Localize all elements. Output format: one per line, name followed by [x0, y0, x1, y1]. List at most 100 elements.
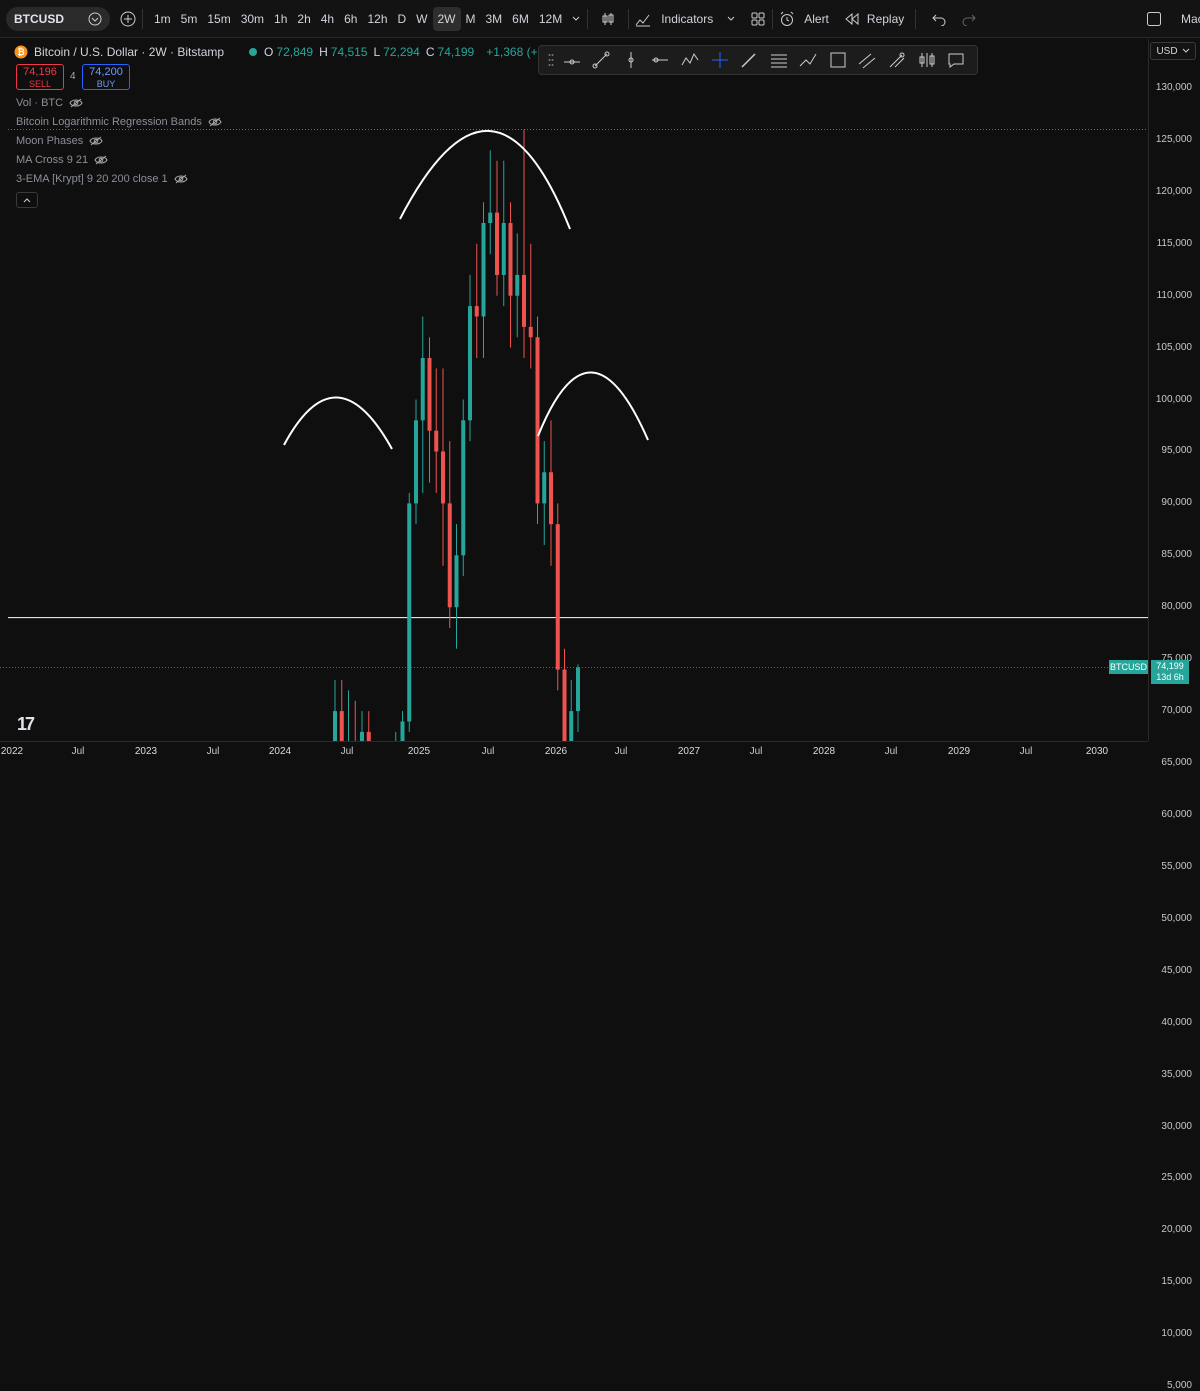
currency-label: USD [1156, 45, 1178, 57]
brush-icon[interactable] [734, 47, 764, 73]
drawn-arc [537, 371, 649, 441]
candle-body [441, 451, 445, 504]
interval-5m[interactable]: 5m [176, 7, 203, 31]
time-tick: 2024 [268, 746, 292, 757]
fullscreen-square-icon[interactable] [1146, 11, 1162, 27]
time-tick: Jul [884, 746, 898, 757]
indicator-item[interactable]: 3-EMA [Krypt] 9 20 200 close 1 [16, 173, 188, 185]
eye-hidden-icon[interactable] [208, 117, 222, 127]
price-axis[interactable]: 130,000 125,000 120,000 115,000 110,000 105,0… [1148, 39, 1200, 1391]
ohlc-label: H [319, 45, 328, 59]
price-chart[interactable] [0, 39, 1148, 741]
chevron-down-icon[interactable] [726, 14, 736, 24]
layouts-grid-icon[interactable] [750, 11, 766, 27]
path-icon[interactable] [793, 47, 823, 73]
indicator-item[interactable]: MA Cross 9 21 [16, 154, 108, 166]
buy-button[interactable]: 74,200 BUY [82, 64, 130, 90]
trend-line-icon[interactable] [586, 47, 616, 73]
chart-pane[interactable]: ₿ Bitcoin / U.S. Dollar · 2W · Bitstamp … [0, 39, 1148, 741]
watchlist-shield-icon[interactable] [88, 12, 102, 26]
bar-countdown: 13d 6h [1156, 672, 1184, 683]
interval-2W[interactable]: 2W [432, 6, 461, 31]
candle-body [555, 524, 560, 670]
candle-body [461, 420, 466, 556]
redo-icon[interactable] [962, 12, 976, 26]
indicators-button[interactable]: Indicators [656, 7, 718, 31]
interval-1h[interactable]: 1h [269, 7, 292, 31]
ohlc-values: O 72,849 H 74,515 L 72,294 C 74,199 [264, 45, 480, 59]
price-tick: 100,000 [1155, 393, 1192, 405]
fib-icon[interactable] [764, 47, 794, 73]
candle-body [535, 337, 540, 504]
candle-body [495, 212, 499, 275]
interval-2h[interactable]: 2h [292, 7, 315, 31]
interval-6h[interactable]: 6h [339, 7, 362, 31]
time-tick: Jul [340, 746, 354, 757]
eye-hidden-icon[interactable] [89, 136, 103, 146]
time-tick: Jul [206, 746, 220, 757]
chevron-down-icon [1182, 48, 1189, 53]
interval-4h[interactable]: 4h [316, 7, 339, 31]
interval-6M[interactable]: 6M [507, 7, 534, 31]
indicator-item[interactable]: Vol · BTC [16, 97, 83, 109]
replay-button[interactable]: Replay [862, 7, 909, 31]
interval-12h[interactable]: 12h [362, 7, 392, 31]
eye-hidden-icon[interactable] [174, 174, 188, 184]
candles-chart-type-icon[interactable] [600, 11, 616, 27]
sell-button[interactable]: 74,196 SELL [16, 64, 64, 90]
indicator-item[interactable]: Bitcoin Logarithmic Regression Bands [16, 116, 222, 128]
pattern-icon[interactable] [675, 47, 705, 73]
candles-icon[interactable] [912, 47, 942, 73]
ohlc-label: C [425, 45, 435, 59]
candle-body [420, 358, 425, 421]
price-tick: 45,000 [1161, 964, 1192, 976]
price-tick: 130,000 [1155, 82, 1192, 93]
rectangle-icon[interactable] [823, 47, 853, 73]
interval-3M[interactable]: 3M [481, 7, 508, 31]
channel-icon[interactable] [853, 47, 883, 73]
interval-W[interactable]: W [411, 7, 432, 31]
interval-15m[interactable]: 15m [202, 7, 235, 31]
price-tick: 10,000 [1161, 1328, 1192, 1340]
drag-handle-icon[interactable] [545, 47, 557, 73]
price-tick: 60,000 [1161, 808, 1192, 820]
time-axis[interactable]: 2022 Jul 2023 Jul 2024 Jul 2025 Jul 2026 Jul 2027 J… [0, 741, 1148, 765]
time-tick: 2028 [812, 746, 836, 757]
candle-body [562, 669, 567, 741]
price-tick: 65,000 [1161, 757, 1192, 769]
interval-12M[interactable]: 12M [534, 7, 567, 31]
eye-hidden-icon[interactable] [94, 155, 108, 165]
symbol-search[interactable]: BTCUSD [6, 6, 110, 31]
undo-icon[interactable] [932, 12, 946, 26]
crosshair-icon[interactable] [705, 47, 735, 73]
currency-selector[interactable]: USD [1150, 42, 1196, 60]
interval-M[interactable]: M [461, 7, 481, 31]
add-symbol-icon[interactable] [120, 11, 136, 27]
replay-rewind-icon[interactable] [844, 11, 860, 27]
svg-text:₿: ₿ [17, 47, 24, 58]
alert-button[interactable]: Alert [799, 7, 834, 31]
eye-hidden-icon[interactable] [69, 98, 83, 108]
sell-label: SELL [28, 79, 52, 89]
comment-icon[interactable] [941, 47, 971, 73]
interval-30m[interactable]: 30m [236, 7, 269, 31]
tradingview-logo[interactable]: 17 [17, 714, 35, 735]
chevron-down-icon[interactable] [571, 14, 581, 24]
ohlc-value: 72,294 [383, 45, 420, 59]
indicator-item[interactable]: Moon Phases [16, 135, 103, 147]
layout-name[interactable]: Mac [1181, 12, 1200, 26]
collapse-indicators-button[interactable] [16, 192, 38, 208]
horizontal-line-icon[interactable] [646, 47, 676, 73]
indicators-icon[interactable] [635, 11, 651, 27]
time-tick: Jul [71, 746, 85, 757]
cursor-line-icon[interactable] [557, 47, 587, 73]
vertical-line-icon[interactable] [616, 47, 646, 73]
candle-body [569, 711, 574, 741]
alarm-clock-icon[interactable] [779, 11, 795, 27]
candle-body [427, 358, 432, 431]
interval-D[interactable]: D [393, 7, 412, 31]
pitchfork-icon[interactable] [882, 47, 912, 73]
interval-1m[interactable]: 1m [149, 7, 176, 31]
time-tick: 2029 [947, 746, 971, 757]
sell-price: 74,196 [23, 66, 57, 78]
